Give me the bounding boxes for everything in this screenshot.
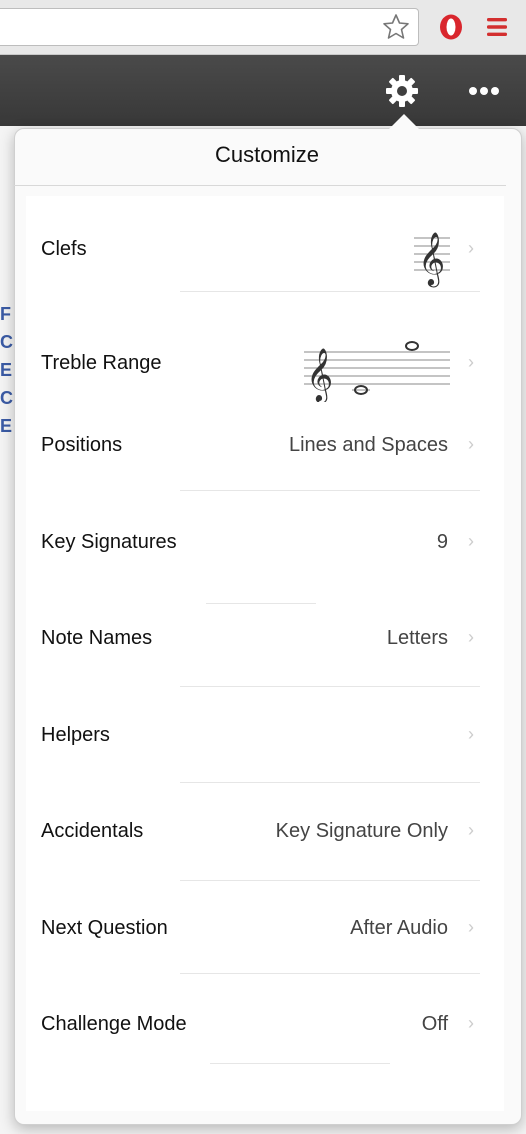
svg-text:𝄞: 𝄞 bbox=[306, 347, 333, 402]
opera-icon[interactable] bbox=[437, 13, 465, 41]
row-value: Key Signature Only bbox=[275, 820, 448, 842]
divider bbox=[14, 185, 506, 186]
row-value: 9 bbox=[436, 531, 448, 553]
chevron-right-icon: › bbox=[468, 724, 474, 744]
row-separator bbox=[210, 1063, 390, 1064]
row-value: Lines and Spaces bbox=[288, 434, 448, 456]
row-value: After Audio bbox=[350, 917, 448, 939]
row-accidentals[interactable]: Accidentals Key Signature Only › bbox=[26, 804, 504, 864]
hamburger-menu-icon[interactable] bbox=[484, 14, 510, 40]
chevron-right-icon: › bbox=[468, 917, 474, 937]
row-separator bbox=[180, 973, 480, 974]
background-letter: C bbox=[0, 388, 13, 408]
address-bar[interactable] bbox=[0, 8, 419, 46]
row-separator bbox=[206, 603, 316, 604]
row-label: Clefs bbox=[41, 238, 87, 260]
app-toolbar bbox=[0, 55, 526, 126]
background-letter: C bbox=[0, 332, 13, 352]
chevron-right-icon: › bbox=[468, 820, 474, 840]
popover-arrow bbox=[389, 114, 419, 129]
background-letter: E bbox=[0, 360, 13, 380]
background-letter: E bbox=[0, 416, 13, 436]
row-label: Challenge Mode bbox=[41, 1013, 187, 1035]
row-value: Letters bbox=[386, 627, 448, 649]
row-separator bbox=[180, 490, 480, 491]
chevron-right-icon: › bbox=[468, 627, 474, 647]
row-label: Key Signatures bbox=[41, 531, 177, 553]
chevron-right-icon: › bbox=[468, 531, 474, 551]
browser-toolbar bbox=[0, 0, 526, 55]
row-clefs[interactable]: Clefs 𝄞 › bbox=[26, 210, 504, 290]
gear-icon[interactable] bbox=[384, 73, 420, 109]
row-note-names[interactable]: Note Names Letters › bbox=[26, 612, 504, 672]
row-separator bbox=[180, 291, 480, 292]
chevron-right-icon: › bbox=[468, 1013, 474, 1033]
ellipsis-icon[interactable] bbox=[464, 78, 504, 104]
row-key-signatures[interactable]: Key Signatures 9 › bbox=[26, 515, 504, 575]
row-separator bbox=[180, 782, 480, 783]
row-separator bbox=[180, 686, 480, 687]
row-next-question[interactable]: Next Question After Audio › bbox=[26, 901, 504, 961]
svg-text:𝄞: 𝄞 bbox=[418, 231, 445, 287]
row-label: Treble Range bbox=[41, 352, 162, 374]
background-letter: F bbox=[0, 304, 11, 324]
treble-range-staff-icon: 𝄞 bbox=[304, 341, 450, 402]
row-helpers[interactable]: Helpers › bbox=[26, 708, 504, 768]
row-challenge-mode[interactable]: Challenge Mode Off › bbox=[26, 997, 504, 1057]
row-label: Positions bbox=[41, 434, 123, 456]
popover-title: Customize bbox=[215, 142, 319, 167]
row-positions[interactable]: Positions Lines and Spaces › bbox=[26, 420, 504, 480]
row-label: Accidentals bbox=[41, 820, 144, 842]
star-icon[interactable] bbox=[381, 12, 411, 42]
row-label: Helpers bbox=[41, 724, 110, 746]
background-letters: F C E C E bbox=[0, 300, 13, 440]
row-treble-range[interactable]: Treble Range 𝄞 › bbox=[26, 320, 504, 410]
row-value: Off bbox=[421, 1013, 448, 1035]
row-label: Next Question bbox=[41, 917, 168, 939]
treble-clef-staff-icon: 𝄞 bbox=[414, 231, 450, 287]
chevron-right-icon: › bbox=[468, 434, 474, 454]
row-separator bbox=[180, 880, 480, 881]
row-label: Note Names bbox=[41, 627, 153, 649]
